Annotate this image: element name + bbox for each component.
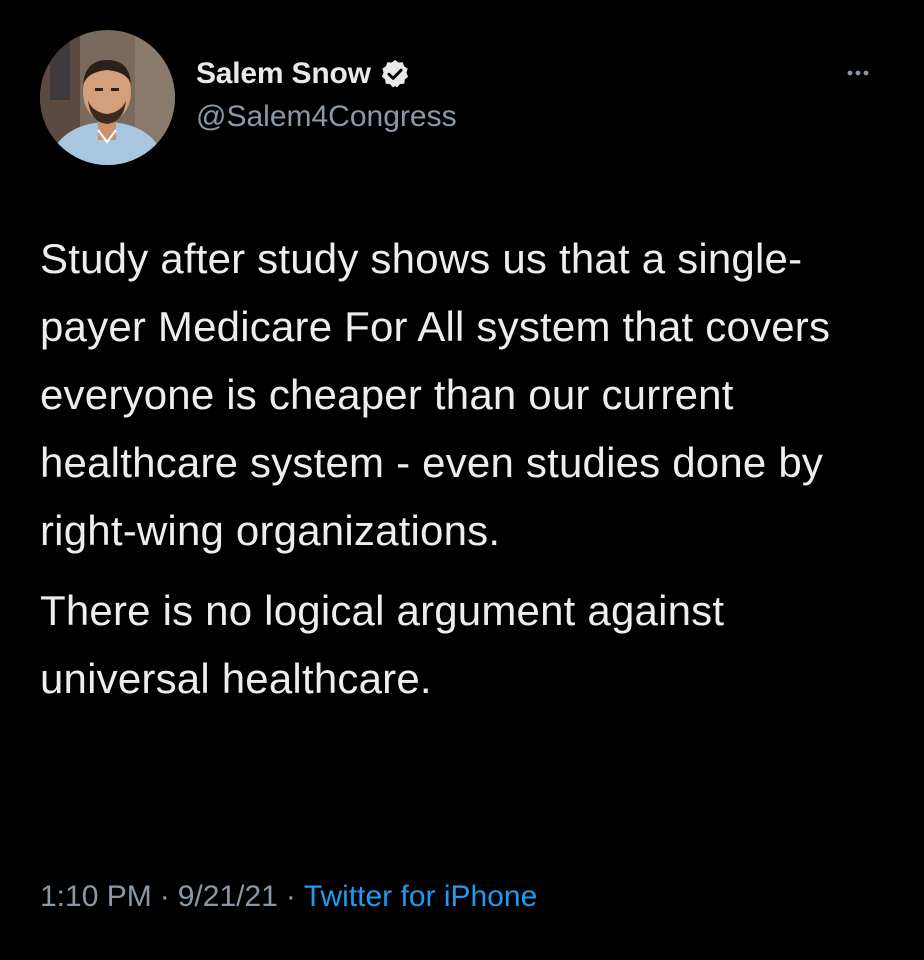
tweet-metadata: 1:10 PM · 9/21/21 · Twitter for iPhone [40, 880, 537, 914]
tweet-card: Salem Snow @Salem4Congress Study after s… [0, 0, 924, 960]
author-avatar[interactable] [40, 30, 175, 165]
tweet-time[interactable]: 1:10 PM [40, 880, 152, 913]
author-display-name[interactable]: Salem Snow [196, 57, 371, 91]
verified-badge-icon [379, 58, 411, 90]
tweet-paragraph: There is no logical argument against uni… [40, 587, 725, 702]
tweet-date[interactable]: 9/21/21 [178, 880, 278, 913]
author-handle[interactable]: @Salem4Congress [196, 100, 457, 134]
tweet-source-link[interactable]: Twitter for iPhone [304, 880, 537, 913]
profile-photo [40, 30, 175, 165]
meta-separator: · [285, 880, 296, 913]
author-name-row: Salem Snow [196, 54, 457, 94]
author-info: Salem Snow @Salem4Congress [196, 54, 457, 134]
tweet-text: Study after study shows us that a single… [40, 225, 900, 713]
more-options-icon[interactable] [838, 58, 878, 88]
tweet-paragraph: Study after study shows us that a single… [40, 235, 831, 554]
meta-separator: · [159, 880, 170, 913]
